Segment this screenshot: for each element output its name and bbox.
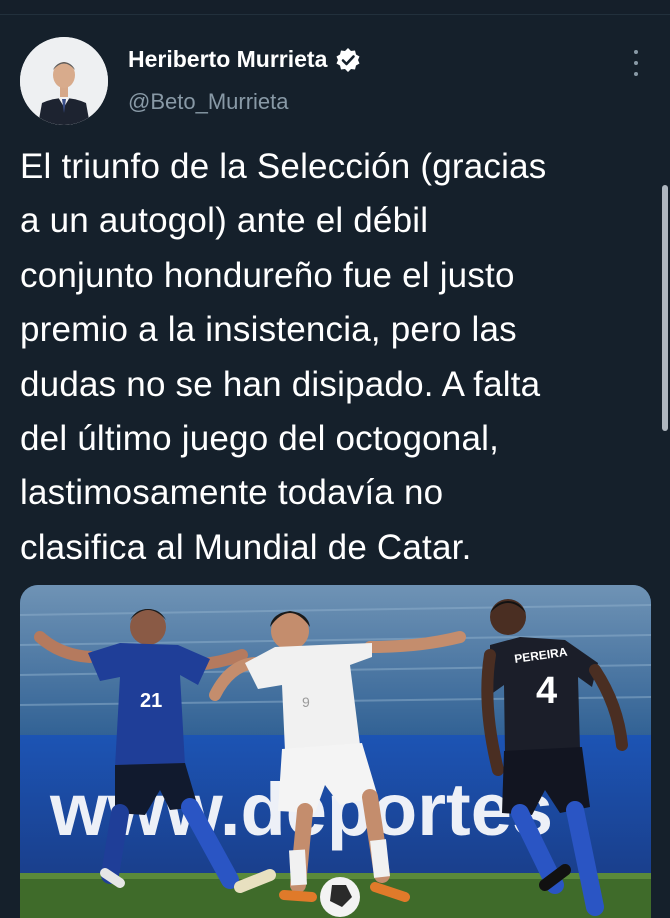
verified-badge-icon [335,47,361,73]
soccer-ball [320,877,360,917]
author-name[interactable]: Heriberto Murrieta [128,46,327,73]
tweet-text: El triunfo de la Selección (gracias a un… [20,147,547,567]
svg-text:9: 9 [302,694,310,710]
scrollbar[interactable] [662,185,668,431]
author-row[interactable]: Heriberto Murrieta [128,46,361,73]
more-vertical-icon[interactable] [624,50,648,76]
avatar[interactable] [20,37,108,125]
avatar-image [20,37,108,125]
top-divider [0,0,670,15]
tweet-media-photo[interactable]: www.deportes 21 9 [20,585,651,918]
svg-text:21: 21 [140,690,162,712]
author-handle[interactable]: @Beto_Murrieta [128,89,289,115]
svg-text:4: 4 [536,670,557,712]
